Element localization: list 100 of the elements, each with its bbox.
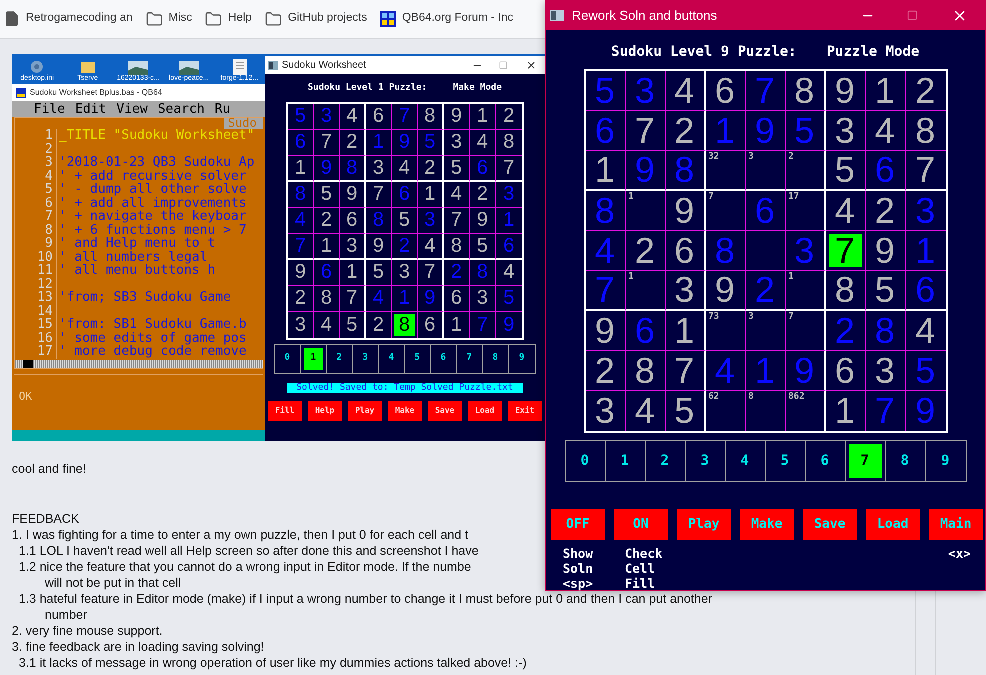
grid-cell[interactable]: 7: [826, 231, 866, 271]
grid-cell[interactable]: 8: [418, 104, 444, 130]
grid-cell[interactable]: 9: [586, 311, 626, 351]
grid-cell[interactable]: 8: [826, 271, 866, 311]
grid-cell[interactable]: 8: [496, 130, 522, 156]
grid-cell[interactable]: 2: [340, 130, 366, 156]
grid-cell[interactable]: 8: [444, 234, 470, 260]
grid-cell[interactable]: 2: [288, 286, 314, 312]
grid-cell[interactable]: 3: [366, 156, 392, 182]
grid-cell[interactable]: 6: [826, 351, 866, 391]
grid-cell[interactable]: 6: [444, 286, 470, 312]
grid-cell[interactable]: 1: [786, 271, 826, 311]
grid-cell[interactable]: 5: [470, 234, 496, 260]
digit-button[interactable]: 1: [301, 344, 327, 372]
digit-button[interactable]: 8: [483, 344, 509, 372]
grid-cell[interactable]: 2: [786, 151, 826, 191]
bookmark-item[interactable]: Retrogamecoding an: [4, 10, 133, 28]
grid-cell[interactable]: 5: [866, 271, 906, 311]
digit-button[interactable]: 5: [405, 344, 431, 372]
grid-cell[interactable]: 7: [444, 208, 470, 234]
grid-cell[interactable]: [746, 231, 786, 271]
grid-cell[interactable]: 2: [626, 231, 666, 271]
grid-cell[interactable]: 9: [340, 182, 366, 208]
grid-cell[interactable]: 6: [366, 104, 392, 130]
grid-cell[interactable]: 7: [366, 182, 392, 208]
grid-cell[interactable]: 9: [826, 71, 866, 111]
grid-cell[interactable]: 5: [666, 391, 706, 431]
grid-cell[interactable]: 2: [666, 111, 706, 151]
grid-cell[interactable]: 7: [786, 311, 826, 351]
grid-cell[interactable]: 4: [626, 391, 666, 431]
grid-cell[interactable]: 2: [314, 208, 340, 234]
grid-cell[interactable]: 4: [314, 312, 340, 338]
grid-cell[interactable]: 4: [906, 311, 946, 351]
grid-cell[interactable]: 4: [392, 156, 418, 182]
bookmark-item[interactable]: Misc: [146, 10, 192, 28]
digit-button[interactable]: 7: [457, 344, 483, 372]
digit-button[interactable]: 9: [926, 441, 966, 481]
grid-cell[interactable]: 862: [786, 391, 826, 431]
menu-item[interactable]: Search: [158, 102, 205, 116]
grid-cell[interactable]: 3: [392, 260, 418, 286]
grid-cell[interactable]: 8: [786, 71, 826, 111]
grid-cell[interactable]: 4: [444, 182, 470, 208]
grid-cell[interactable]: 1: [288, 156, 314, 182]
digit-button[interactable]: 5: [766, 441, 806, 481]
grid-cell[interactable]: 5: [340, 312, 366, 338]
grid-cell[interactable]: 7: [626, 111, 666, 151]
grid-cell[interactable]: 3: [666, 271, 706, 311]
grid-cell[interactable]: 5: [392, 208, 418, 234]
bookmark-item[interactable]: GitHub projects: [265, 10, 368, 28]
bookmark-item[interactable]: QB64.org Forum - Inc: [380, 10, 514, 28]
grid-cell[interactable]: 8: [746, 391, 786, 431]
grid-cell[interactable]: 4: [470, 130, 496, 156]
grid-cell[interactable]: 4: [496, 260, 522, 286]
digit-button[interactable]: 0: [566, 441, 606, 481]
grid-cell[interactable]: 3: [340, 234, 366, 260]
grid-cell[interactable]: 8: [392, 312, 418, 338]
grid-cell[interactable]: 9: [666, 191, 706, 231]
grid-cell[interactable]: 1: [626, 271, 666, 311]
menu-item[interactable]: View: [116, 102, 148, 116]
grid-cell[interactable]: 5: [366, 260, 392, 286]
grid-cell[interactable]: 1: [626, 191, 666, 231]
grid-cell[interactable]: 3: [746, 311, 786, 351]
grid-cell[interactable]: 3: [288, 312, 314, 338]
grid-cell[interactable]: 9: [444, 104, 470, 130]
digit-button[interactable]: 3: [353, 344, 379, 372]
digit-button[interactable]: 6: [431, 344, 457, 372]
grid-cell[interactable]: 4: [866, 111, 906, 151]
grid-cell[interactable]: 9: [288, 260, 314, 286]
grid-cell[interactable]: 7: [666, 351, 706, 391]
grid-cell[interactable]: 7: [418, 260, 444, 286]
grid-cell[interactable]: 1: [444, 312, 470, 338]
grid-cell[interactable]: 1: [826, 391, 866, 431]
grid-cell[interactable]: 6: [340, 208, 366, 234]
grid-cell[interactable]: 9: [470, 208, 496, 234]
menu-item[interactable]: Ru: [214, 102, 231, 116]
menu-item[interactable]: Edit: [75, 102, 107, 116]
grid-cell[interactable]: 1: [586, 151, 626, 191]
grid-cell[interactable]: 8: [314, 286, 340, 312]
grid-cell[interactable]: 2: [906, 71, 946, 111]
digit-button[interactable]: 1: [606, 441, 646, 481]
grid-cell[interactable]: 6: [666, 231, 706, 271]
digit-button[interactable]: 3: [686, 441, 726, 481]
grid-cell[interactable]: 4: [666, 71, 706, 111]
scrollbar[interactable]: [15, 360, 263, 368]
grid-cell[interactable]: 7: [496, 156, 522, 182]
grid-cell[interactable]: 9: [706, 271, 746, 311]
grid-cell[interactable]: 1: [470, 104, 496, 130]
grid-cell[interactable]: 7: [906, 151, 946, 191]
grid-cell[interactable]: 32: [706, 151, 746, 191]
grid-cell[interactable]: 3: [586, 391, 626, 431]
grid-cell[interactable]: 1: [866, 71, 906, 111]
grid-cell[interactable]: 7: [340, 286, 366, 312]
grid-cell[interactable]: 2: [496, 104, 522, 130]
grid-cell[interactable]: 3: [470, 286, 496, 312]
grid-cell[interactable]: 3: [746, 151, 786, 191]
grid-cell[interactable]: 8: [626, 351, 666, 391]
grid-cell[interactable]: 5: [444, 156, 470, 182]
grid-cell[interactable]: 3: [826, 111, 866, 151]
digit-button[interactable]: 2: [646, 441, 686, 481]
grid-cell[interactable]: 5: [314, 182, 340, 208]
